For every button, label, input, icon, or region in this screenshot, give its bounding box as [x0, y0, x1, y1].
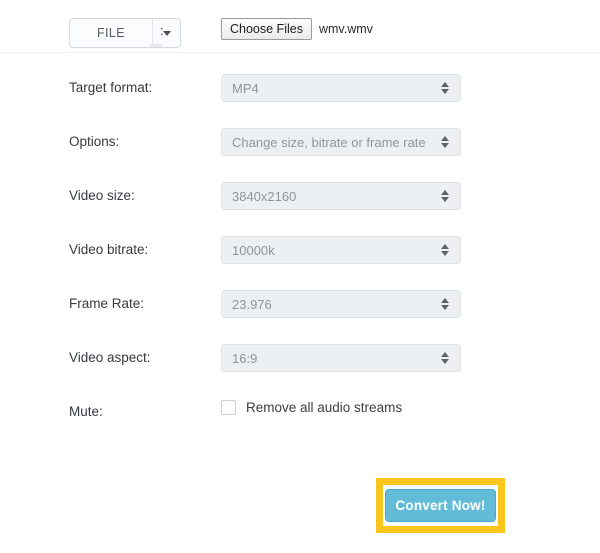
row-options: Options: Change size, bitrate or frame r… [0, 128, 600, 182]
top-divider [0, 52, 600, 53]
choose-files-button[interactable]: Choose Files [221, 18, 312, 40]
remove-audio-label[interactable]: Remove all audio streams [246, 400, 402, 415]
file-row-separator: : [160, 23, 164, 38]
arrow-up-glyph [441, 190, 449, 195]
label-video-aspect: Video aspect: [69, 350, 151, 365]
chevron-down-glyph [162, 30, 171, 36]
file-type-dropdown[interactable]: FILE [69, 18, 181, 48]
file-selection-row: FILE : Choose Files wmv.wmv [0, 0, 600, 52]
select-video-bitrate[interactable]: 10000k [221, 236, 461, 264]
mute-checkbox-group[interactable]: Remove all audio streams [221, 400, 402, 415]
arrow-up-glyph [441, 244, 449, 249]
remove-audio-checkbox[interactable] [221, 400, 236, 415]
row-video-size: Video size: 3840x2160 [0, 182, 600, 236]
select-options-value: Change size, bitrate or frame rate [232, 134, 426, 150]
label-options: Options: [69, 134, 120, 149]
select-frame-rate-value: 23.976 [232, 296, 272, 312]
file-type-label[interactable]: FILE [70, 19, 152, 47]
arrow-down-glyph [441, 305, 449, 310]
row-video-aspect: Video aspect: 16:9 [0, 344, 600, 398]
arrow-up-glyph [441, 136, 449, 141]
select-updown-icon [434, 190, 460, 202]
select-video-size[interactable]: 3840x2160 [221, 182, 461, 210]
arrow-down-glyph [441, 251, 449, 256]
arrow-down-glyph [441, 89, 449, 94]
select-updown-icon [434, 352, 460, 364]
top-divider-accent [150, 44, 162, 47]
arrow-down-glyph [441, 143, 449, 148]
select-video-size-value: 3840x2160 [232, 188, 297, 204]
select-video-bitrate-value: 10000k [232, 242, 275, 258]
select-target-format[interactable]: MP4 [221, 74, 461, 102]
select-frame-rate[interactable]: 23.976 [221, 290, 461, 318]
label-video-bitrate: Video bitrate: [69, 242, 149, 257]
select-updown-icon [434, 244, 460, 256]
row-frame-rate: Frame Rate: 23.976 [0, 290, 600, 344]
select-options[interactable]: Change size, bitrate or frame rate [221, 128, 461, 156]
arrow-down-glyph [441, 359, 449, 364]
row-video-bitrate: Video bitrate: 10000k [0, 236, 600, 290]
label-target-format: Target format: [69, 80, 153, 95]
selected-file-name: wmv.wmv [318, 22, 373, 36]
select-target-format-value: MP4 [232, 80, 259, 96]
label-mute: Mute: [69, 404, 103, 419]
label-frame-rate: Frame Rate: [69, 296, 145, 311]
select-updown-icon [434, 136, 460, 148]
select-video-aspect[interactable]: 16:9 [221, 344, 461, 372]
row-mute: Mute: Remove all audio streams [0, 398, 600, 452]
select-updown-icon [434, 82, 460, 94]
label-video-size: Video size: [69, 188, 135, 203]
arrow-up-glyph [441, 82, 449, 87]
convert-now-button[interactable]: Convert Now! [385, 489, 496, 522]
select-video-aspect-value: 16:9 [232, 350, 258, 366]
row-target-format: Target format: MP4 [0, 74, 600, 128]
converter-page: FILE : Choose Files wmv.wmv Target forma… [0, 0, 600, 553]
file-input[interactable]: Choose Files wmv.wmv [221, 18, 373, 40]
arrow-up-glyph [441, 352, 449, 357]
arrow-down-glyph [441, 197, 449, 202]
chevron-down-icon[interactable] [152, 19, 180, 47]
select-updown-icon [434, 298, 460, 310]
arrow-up-glyph [441, 298, 449, 303]
